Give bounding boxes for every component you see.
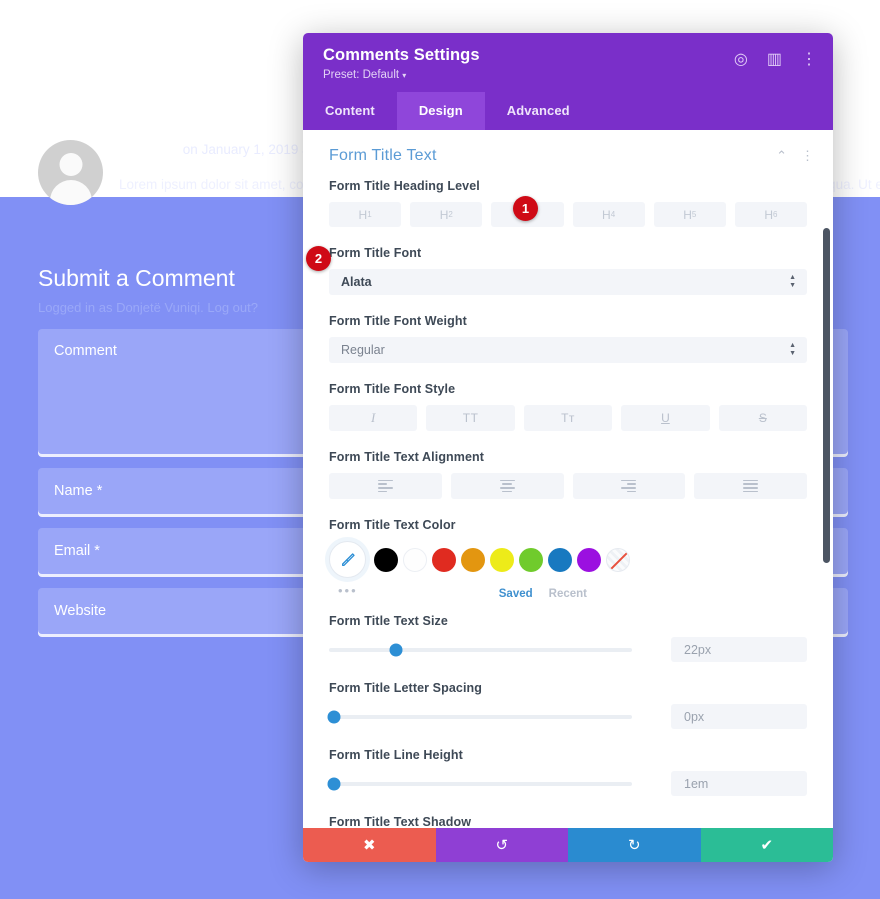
text-shadow-label: Form Title Text Shadow	[329, 815, 472, 828]
heading-level-buttons: H1 H2 H3 H4 H5 H6	[329, 202, 808, 227]
undo-button[interactable]: ↺	[435, 828, 568, 862]
strikethrough-button[interactable]: S	[718, 405, 808, 431]
avatar	[38, 140, 103, 205]
saved-colors-tab[interactable]: Saved	[499, 588, 533, 600]
settings-scroll-area: Form Title Text ⌃ ⋮ Form Title Heading L…	[303, 130, 833, 828]
slider-track	[329, 647, 632, 652]
text-alignment-buttons	[329, 473, 807, 499]
swatch-black[interactable]	[374, 547, 398, 572]
heading-level-h1[interactable]: H1	[329, 202, 402, 227]
select-arrows-icon: ▲ ▼	[789, 274, 796, 289]
line-height-input[interactable]: 1em	[671, 771, 807, 796]
font-style-label: Form Title Font Style	[329, 382, 456, 396]
letter-spacing-input[interactable]: 0px	[671, 704, 807, 729]
heading-level-label: Form Title Heading Level	[329, 179, 480, 193]
uppercase-button[interactable]: TT	[426, 405, 515, 431]
swatch-white[interactable]	[403, 547, 427, 572]
align-right-icon	[621, 479, 637, 493]
swatch-orange[interactable]	[461, 547, 485, 572]
swatch-none[interactable]	[606, 547, 630, 572]
swatch-green[interactable]	[519, 547, 543, 572]
text-size-control: 22px	[329, 637, 807, 662]
letter-spacing-label: Form Title Letter Spacing	[329, 681, 482, 695]
form-title-text-section-header[interactable]: Form Title Text ⌃ ⋮	[303, 130, 833, 179]
slider-track	[329, 781, 632, 786]
tab-content[interactable]: Content	[303, 92, 397, 130]
recent-colors-tab[interactable]: Recent	[549, 588, 587, 600]
font-style-buttons: I TT Tᴛ U S	[329, 405, 808, 431]
align-left-icon	[377, 479, 393, 493]
modal-footer-actions: ✖ ↺ ↻ ✔	[303, 828, 833, 862]
preset-label: Preset: Default	[323, 69, 400, 81]
text-size-label: Form Title Text Size	[329, 614, 448, 628]
save-button[interactable]: ✔	[700, 828, 833, 862]
swatch-yellow[interactable]	[490, 547, 514, 572]
align-center-icon	[499, 479, 515, 493]
tab-design[interactable]: Design	[396, 92, 485, 130]
swatch-purple[interactable]	[577, 547, 601, 572]
heading-level-h5[interactable]: H5	[653, 202, 726, 227]
eyedropper-icon[interactable]	[329, 541, 366, 578]
preset-selector[interactable]: Preset: Default ▾	[323, 69, 813, 81]
comment-author: Jane Doe	[119, 142, 180, 157]
modal-scrollbar[interactable]	[823, 228, 830, 563]
tab-advanced[interactable]: Advanced	[485, 92, 592, 130]
heading-level-h2[interactable]: H2	[410, 202, 483, 227]
color-swatch-row	[329, 541, 807, 578]
text-alignment-label: Form Title Text Alignment	[329, 450, 485, 464]
text-color-label: Form Title Text Color	[329, 518, 456, 532]
align-center-button[interactable]	[450, 473, 564, 499]
text-size-slider[interactable]	[329, 639, 632, 661]
align-left-button[interactable]	[329, 473, 442, 499]
letter-spacing-slider[interactable]	[327, 706, 632, 728]
redo-button[interactable]: ↻	[568, 828, 701, 862]
align-right-button[interactable]	[572, 473, 686, 499]
color-tabs: Saved Recent	[329, 588, 807, 600]
swatch-blue[interactable]	[548, 547, 572, 572]
text-size-slider-knob[interactable]	[389, 643, 403, 656]
font-label: Form Title Font	[329, 246, 422, 260]
font-value: Alata	[341, 275, 372, 289]
annotation-badge-2: 2	[306, 246, 331, 271]
line-height-control: 1em	[327, 771, 807, 796]
chevron-down-icon: ▾	[402, 71, 407, 80]
section-title: Form Title Text	[329, 147, 437, 164]
italic-button[interactable]: I	[329, 405, 418, 431]
annotation-badge-1: 1	[513, 196, 538, 221]
heading-level-h4[interactable]: H4	[572, 202, 645, 227]
align-justify-button[interactable]	[694, 473, 807, 499]
underline-button[interactable]: U	[621, 405, 710, 431]
line-height-slider[interactable]	[327, 773, 632, 795]
letter-spacing-control: 0px	[327, 704, 807, 729]
align-justify-icon	[743, 479, 759, 493]
line-height-slider-knob[interactable]	[327, 777, 341, 790]
cancel-button[interactable]: ✖	[303, 828, 436, 862]
font-weight-value: Regular	[341, 343, 385, 357]
layout-panel-icon[interactable]: ▥	[767, 49, 782, 69]
select-arrows-icon: ▲ ▼	[789, 342, 796, 357]
font-weight-select[interactable]: Regular ▲ ▼	[329, 337, 807, 363]
more-options-icon[interactable]: ⋮	[801, 49, 817, 69]
page-bottom-strip	[0, 862, 880, 899]
comments-settings-modal: Comments Settings Preset: Default ▾ ◎ ▥ …	[303, 33, 833, 862]
font-weight-label: Form Title Font Weight	[329, 314, 467, 328]
modal-tabs: Content Design Advanced	[303, 92, 833, 130]
text-size-input[interactable]: 22px	[671, 637, 807, 662]
focus-icon[interactable]: ◎	[734, 49, 748, 69]
letter-spacing-slider-knob[interactable]	[327, 710, 341, 723]
font-select[interactable]: Alata ▲ ▼	[329, 269, 807, 295]
modal-header-icons: ◎ ▥ ⋮	[734, 49, 817, 69]
line-height-label: Form Title Line Height	[329, 748, 463, 762]
settings-panel-body: Form Title Text ⌃ ⋮ Form Title Heading L…	[303, 130, 833, 828]
section-more-options-icon[interactable]: ⋮	[801, 148, 814, 164]
small-caps-button[interactable]: Tᴛ	[523, 405, 613, 431]
heading-level-h6[interactable]: H6	[734, 202, 808, 227]
chevron-up-icon[interactable]: ⌃	[776, 148, 787, 164]
modal-header: Comments Settings Preset: Default ▾ ◎ ▥ …	[303, 33, 833, 92]
slider-track	[329, 714, 632, 719]
swatch-red[interactable]	[432, 547, 456, 572]
